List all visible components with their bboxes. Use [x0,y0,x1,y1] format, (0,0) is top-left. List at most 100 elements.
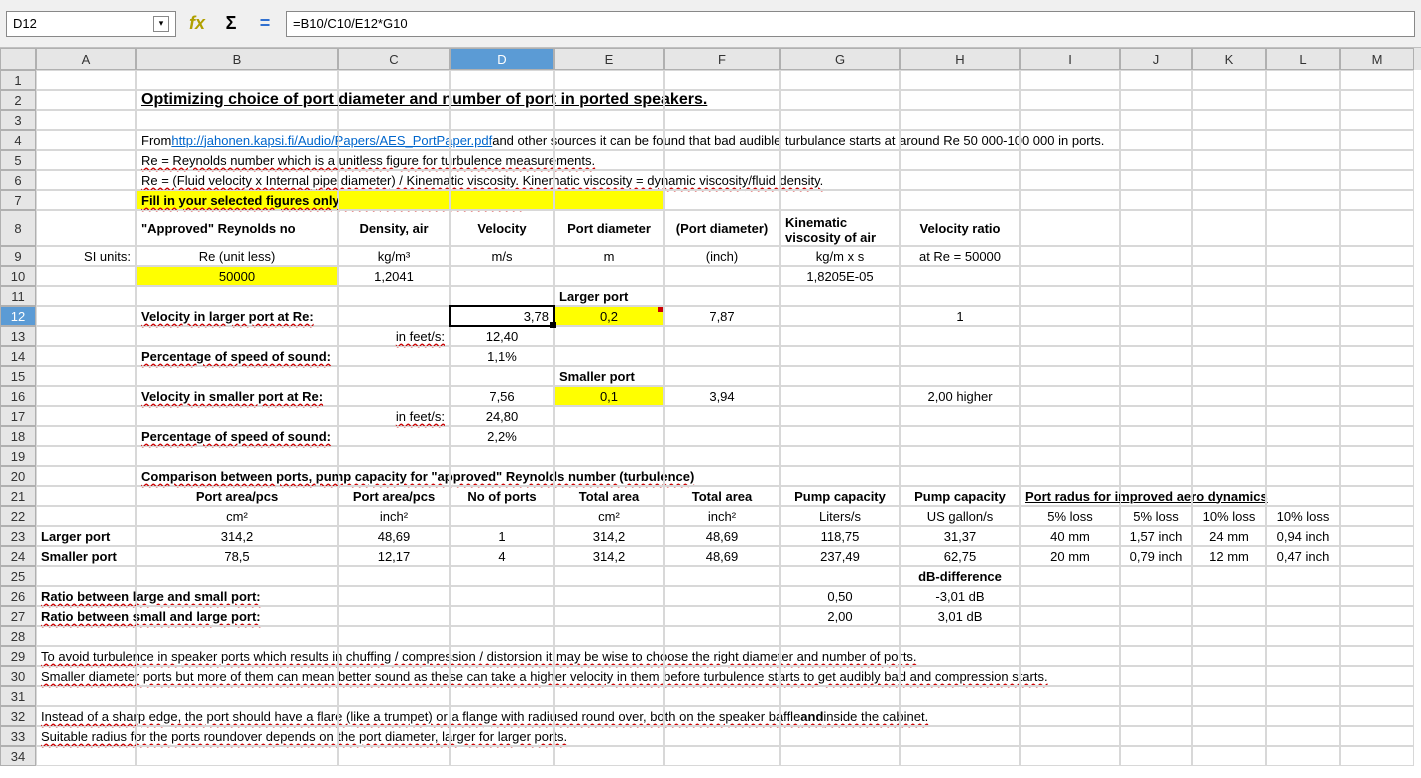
cell-I33[interactable] [1020,726,1120,746]
cell-L32[interactable] [1266,706,1340,726]
cell-K7[interactable] [1192,190,1266,210]
cell-J24[interactable]: 0,79 inch [1120,546,1192,566]
cell-J33[interactable] [1120,726,1192,746]
row-header-20[interactable]: 20 [0,466,36,486]
col-header-G[interactable]: G [780,48,900,70]
row-header-29[interactable]: 29 [0,646,36,666]
cell-G10[interactable]: 1,8205E-05 [780,266,900,286]
cell-F27[interactable] [664,606,780,626]
cell-J19[interactable] [1120,446,1192,466]
cell-A29[interactable]: To avoid turbulence in speaker ports whi… [36,646,136,666]
cell-J31[interactable] [1120,686,1192,706]
row-header-26[interactable]: 26 [0,586,36,606]
cell-E8[interactable]: Port diameter [554,210,664,246]
cell-G15[interactable] [780,366,900,386]
cell-A3[interactable] [36,110,136,130]
cell-F7[interactable] [664,190,780,210]
cell-L20[interactable] [1266,466,1340,486]
row-header-16[interactable]: 16 [0,386,36,406]
cell-H16[interactable]: 2,00 higher [900,386,1020,406]
cell-B29[interactable] [136,646,338,666]
cell-I28[interactable] [1020,626,1120,646]
cell-L14[interactable] [1266,346,1340,366]
cell-B14[interactable]: Percentage of speed of sound: [136,346,338,366]
cell-E21[interactable]: Total area [554,486,664,506]
cell-D16[interactable]: 7,56 [450,386,554,406]
cell-A17[interactable] [36,406,136,426]
cell-M23[interactable] [1340,526,1414,546]
row-header-13[interactable]: 13 [0,326,36,346]
cell-K30[interactable] [1192,666,1266,686]
cell-A30[interactable]: Smaller diameter ports but more of them … [36,666,136,686]
cell-K32[interactable] [1192,706,1266,726]
cell-M15[interactable] [1340,366,1414,386]
cell-F33[interactable] [664,726,780,746]
cell-G25[interactable] [780,566,900,586]
cell-M1[interactable] [1340,70,1414,90]
cell-I7[interactable] [1020,190,1120,210]
cell-K14[interactable] [1192,346,1266,366]
row-header-23[interactable]: 23 [0,526,36,546]
cell-I8[interactable] [1020,210,1120,246]
cell-G7[interactable] [780,190,900,210]
cell-L17[interactable] [1266,406,1340,426]
cell-C13[interactable]: in feet/s: [338,326,450,346]
cell-B18[interactable]: Percentage of speed of sound: [136,426,338,446]
cell-I12[interactable] [1020,306,1120,326]
cell-H22[interactable]: US gallon/s [900,506,1020,526]
cell-D21[interactable]: No of ports [450,486,554,506]
row-header-10[interactable]: 10 [0,266,36,286]
cell-M8[interactable] [1340,210,1414,246]
cell-B1[interactable] [136,70,338,90]
cell-C5[interactable] [338,150,450,170]
cell-G18[interactable] [780,426,900,446]
cell-C17[interactable]: in feet/s: [338,406,450,426]
cell-F22[interactable]: inch² [664,506,780,526]
cell-A18[interactable] [36,426,136,446]
cell-D30[interactable] [450,666,554,686]
cell-D31[interactable] [450,686,554,706]
cell-E14[interactable] [554,346,664,366]
cell-E28[interactable] [554,626,664,646]
cell-I32[interactable] [1020,706,1120,726]
cell-L15[interactable] [1266,366,1340,386]
cell-I23[interactable]: 40 mm [1020,526,1120,546]
cell-F23[interactable]: 48,69 [664,526,780,546]
cell-K10[interactable] [1192,266,1266,286]
cell-K25[interactable] [1192,566,1266,586]
cell-K15[interactable] [1192,366,1266,386]
cell-F17[interactable] [664,406,780,426]
cell-G26[interactable]: 0,50 [780,586,900,606]
cell-I9[interactable] [1020,246,1120,266]
cell-J6[interactable] [1120,170,1192,190]
cell-D1[interactable] [450,70,554,90]
row-header-22[interactable]: 22 [0,506,36,526]
cell-F29[interactable] [664,646,780,666]
cell-A21[interactable] [36,486,136,506]
row-header-17[interactable]: 17 [0,406,36,426]
cell-J7[interactable] [1120,190,1192,210]
cell-C1[interactable] [338,70,450,90]
cell-H28[interactable] [900,626,1020,646]
cell-G31[interactable] [780,686,900,706]
cell-D32[interactable] [450,706,554,726]
cell-B33[interactable] [136,726,338,746]
row-header-7[interactable]: 7 [0,190,36,210]
cell-F18[interactable] [664,426,780,446]
cell-K33[interactable] [1192,726,1266,746]
cell-D27[interactable] [450,606,554,626]
cell-F20[interactable] [664,466,780,486]
cell-I18[interactable] [1020,426,1120,446]
cell-B22[interactable]: cm² [136,506,338,526]
cell-B26[interactable] [136,586,338,606]
cell-E27[interactable] [554,606,664,626]
cell-L3[interactable] [1266,110,1340,130]
cell-A23[interactable]: Larger port [36,526,136,546]
cell-M3[interactable] [1340,110,1414,130]
row-header-4[interactable]: 4 [0,130,36,150]
cell-K19[interactable] [1192,446,1266,466]
cell-A15[interactable] [36,366,136,386]
cell-H14[interactable] [900,346,1020,366]
cell-J2[interactable] [1120,90,1192,110]
cell-D19[interactable] [450,446,554,466]
